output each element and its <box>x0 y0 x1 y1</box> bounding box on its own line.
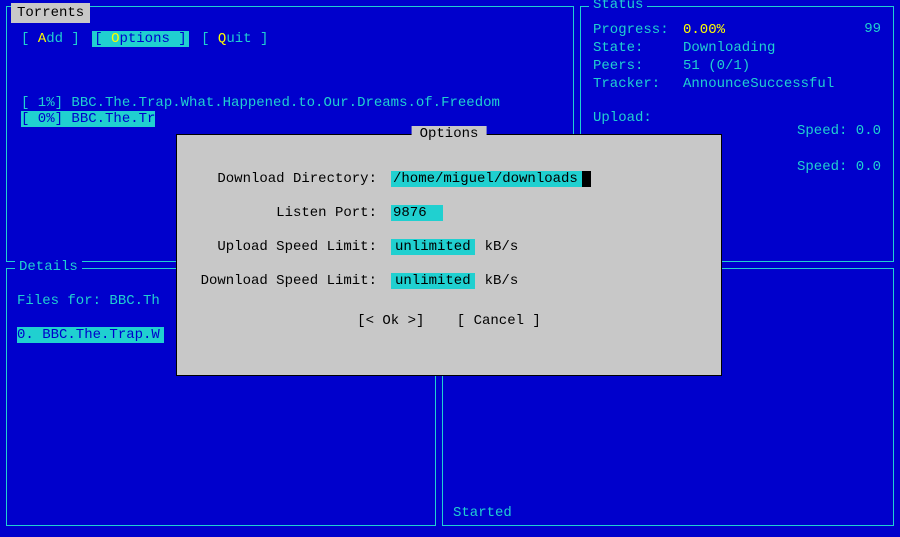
download-limit-input[interactable]: unlimited <box>391 273 475 289</box>
progress-label: Progress: <box>593 21 683 39</box>
upload-unit: kB/s <box>485 239 519 255</box>
tracker-label: Tracker: <box>593 75 683 93</box>
torrent-row[interactable]: [ 0%] BBC.The.Tr <box>21 111 573 127</box>
download-unit: kB/s <box>485 273 519 289</box>
details-title: Details <box>15 259 82 275</box>
dialog-title: Options <box>412 126 487 142</box>
upload-label: Upload: <box>593 109 683 127</box>
menu-add-button[interactable]: [ Add ] <box>21 31 80 47</box>
options-dialog: Options Download Directory: /home/miguel… <box>176 134 722 376</box>
torrents-title: Torrents <box>11 3 90 23</box>
torrent-list: [ 1%] BBC.The.Trap.What.Happened.to.Our.… <box>21 95 573 127</box>
download-limit-label: Download Speed Limit: <box>177 273 391 289</box>
download-dir-label: Download Directory: <box>177 171 391 187</box>
tracker-value: AnnounceSuccessful <box>683 76 834 92</box>
cancel-button[interactable]: [ Cancel ] <box>457 313 541 329</box>
speed-1: Speed: 0.0 <box>797 123 881 139</box>
menu-options-button[interactable]: [ Options ] <box>92 31 188 47</box>
speed-2: Speed: 0.0 <box>797 159 881 175</box>
download-dir-input[interactable]: /home/miguel/downloads <box>391 171 591 187</box>
upload-limit-input[interactable]: unlimited <box>391 239 475 255</box>
started-label: Started <box>453 505 512 521</box>
status-title: Status <box>589 0 647 13</box>
menu-quit-button[interactable]: [ Quit ] <box>201 31 268 47</box>
status-number: 99 <box>864 21 881 37</box>
menu-bar: [ Add ] [ Options ] [ Quit ] <box>21 31 573 47</box>
torrent-row[interactable]: [ 1%] BBC.The.Trap.What.Happened.to.Our.… <box>21 95 573 111</box>
progress-value: 0.00% <box>683 22 725 38</box>
ok-button[interactable]: [< Ok >] <box>357 313 424 329</box>
state-label: State: <box>593 39 683 57</box>
cursor-icon <box>582 171 591 187</box>
upload-limit-label: Upload Speed Limit: <box>177 239 391 255</box>
peers-label: Peers: <box>593 57 683 75</box>
listen-port-input[interactable]: 9876 <box>391 205 443 221</box>
state-value: Downloading <box>683 40 775 56</box>
listen-port-label: Listen Port: <box>177 205 391 221</box>
status-content: Progress:0.00% 99 State:Downloading Peer… <box>593 21 893 127</box>
peers-value: 51 (0/1) <box>683 58 750 74</box>
